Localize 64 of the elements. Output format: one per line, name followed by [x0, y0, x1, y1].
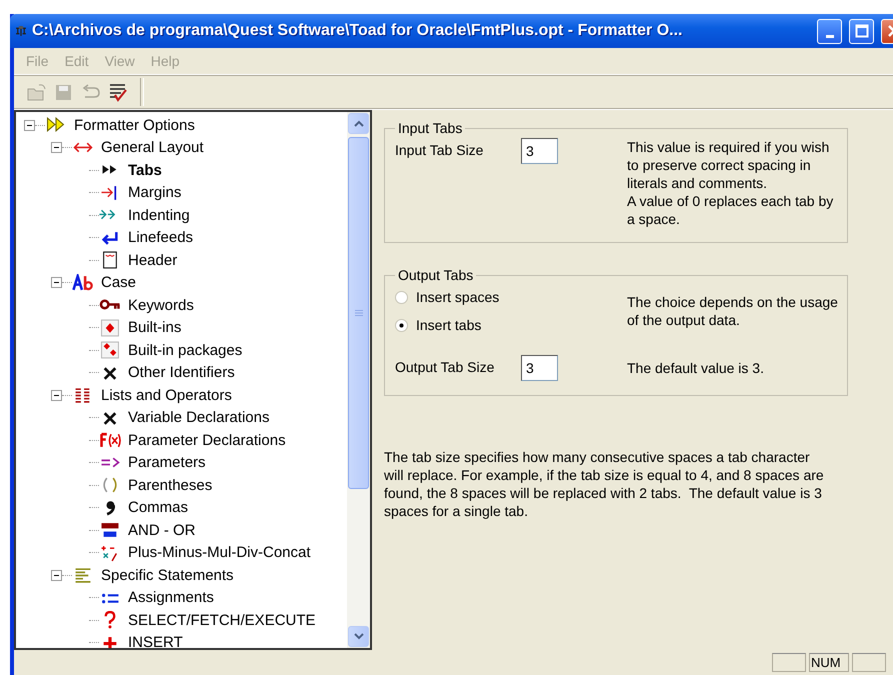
scroll-thumb[interactable]: [348, 137, 369, 489]
tree-item[interactable]: Formatter Options: [72, 116, 197, 134]
radio-label[interactable]: Insert tabs: [416, 317, 482, 333]
tree-item[interactable]: Indenting: [126, 206, 192, 224]
tree-item[interactable]: General Layout: [99, 139, 206, 156]
scrollbar[interactable]: [347, 112, 370, 648]
tree-item[interactable]: Keywords: [126, 296, 196, 314]
help-text: The choice depends on the usage of the output data.: [627, 293, 839, 329]
tree-item[interactable]: Lists and Operators: [99, 386, 234, 404]
tree-item[interactable]: SELECT/FETCH/EXECUTE: [126, 612, 318, 629]
status-pane: [852, 653, 886, 672]
tree-item[interactable]: Header: [126, 252, 180, 269]
scroll-down-button[interactable]: [348, 626, 369, 647]
tree-node-icon: [106, 498, 115, 517]
tree-item[interactable]: Other Identifiers: [126, 364, 237, 382]
collapse-icon[interactable]: [24, 120, 35, 131]
collapse-icon[interactable]: [51, 277, 62, 288]
tree-item[interactable]: Built-ins: [126, 319, 184, 336]
window-title: C:\Archivos de programa\Quest Software\Toad for Oracle\FmtPlus.opt - Formatter O...: [32, 22, 684, 40]
tree-node-icon: [99, 521, 121, 540]
minimize-icon: [826, 34, 834, 38]
group-title: Output Tabs: [397, 267, 474, 283]
tree-item[interactable]: Linefeeds: [126, 229, 196, 246]
radio-button[interactable]: [395, 290, 408, 304]
tree-item[interactable]: Margins: [126, 184, 184, 202]
input-field[interactable]: 3: [521, 138, 558, 164]
help-text: The default value is 3.: [627, 359, 765, 377]
tree-item[interactable]: Tabs: [126, 162, 164, 179]
tree-item[interactable]: Assignments: [126, 589, 216, 606]
tree-item[interactable]: Parameters: [126, 454, 208, 472]
maximize-button[interactable]: [849, 18, 874, 44]
collapse-icon[interactable]: [51, 142, 62, 154]
scroll-up-button[interactable]: [348, 113, 369, 134]
tree-item[interactable]: Parentheses: [126, 476, 214, 494]
collapse-icon[interactable]: [51, 570, 62, 581]
tree-item[interactable]: AND - OR: [126, 522, 198, 539]
tree-item[interactable]: Case: [99, 274, 138, 292]
tree-item[interactable]: Built-in packages: [126, 342, 244, 359]
tree-item[interactable]: Specific Statements: [99, 566, 236, 584]
input-field[interactable]: 3: [521, 355, 558, 381]
tree-item[interactable]: Variable Declarations: [126, 409, 272, 426]
radio-label[interactable]: Insert spaces: [416, 289, 500, 305]
status-pane: [772, 653, 806, 672]
tree-node-icon: [45, 116, 67, 134]
tree-node-icon: [72, 274, 94, 292]
field-label: Input Tab Size: [395, 141, 484, 158]
tree-node-icon: [99, 431, 121, 450]
maximize-icon: [854, 24, 868, 38]
tree-item[interactable]: Plus-Minus-Mul-Div-Concat: [126, 544, 313, 562]
status-indicator: NUM: [809, 653, 849, 672]
tree-item[interactable]: Commas: [126, 499, 190, 516]
radio-button[interactable]: [395, 318, 408, 332]
help-paragraph: The tab size specifies how many consecutive spaces a tab character will replace. For example, if the tab size is equal to 4, and 8 spaces are found, the 8 spaces will be replaced with 2 tabs. The default value is 3 spaces for a single tab.: [384, 448, 824, 520]
caret-down-icon: [354, 633, 364, 640]
tree-node-icon: [99, 318, 121, 337]
tree-node-icon: [99, 341, 121, 360]
help-text: This value is required if you wish to preserve correct spacing in literals and comments. A value of 0 replaces each tab by a space.: [627, 138, 834, 228]
minimize-button[interactable]: [817, 18, 842, 44]
group-title: Input Tabs: [397, 120, 464, 136]
caret-up-icon: [354, 120, 364, 127]
collapse-icon[interactable]: [51, 390, 62, 401]
tree-item[interactable]: Parameter Declarations: [126, 432, 288, 449]
field-label: Output Tab Size: [395, 358, 496, 375]
tree-item[interactable]: INSERT: [126, 634, 185, 648]
